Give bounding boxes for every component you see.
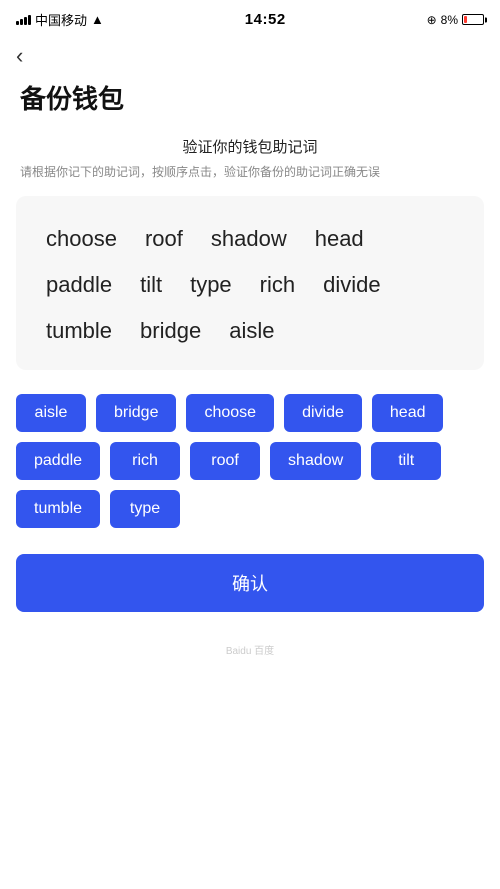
word-button[interactable]: aisle (16, 394, 86, 432)
section-desc: 请根据你记下的助记词，按顺序点击，验证你备份的助记词正确无误 (0, 163, 500, 182)
status-right: ⊕ 8% (427, 13, 484, 27)
signal-icon (16, 15, 31, 25)
status-bar: 中国移动 ▲ 14:52 ⊕ 8% (0, 0, 500, 35)
word-button[interactable]: rich (110, 442, 180, 480)
display-word: tilt (126, 262, 176, 308)
word-button[interactable]: shadow (270, 442, 361, 480)
display-word: head (301, 216, 378, 262)
display-word: divide (309, 262, 394, 308)
word-button[interactable]: tilt (371, 442, 441, 480)
word-button[interactable]: head (372, 394, 444, 432)
display-word: shadow (197, 216, 301, 262)
word-display-box: chooseroofshadowhead paddletilttyperichdi… (16, 196, 484, 370)
word-button[interactable]: paddle (16, 442, 100, 480)
word-buttons-area: aisle bridge choose divide head paddle richroo… (0, 390, 500, 544)
bottom-watermark: Baidu 百度 (0, 632, 500, 677)
display-word: tumble (32, 308, 126, 354)
location-icon: ⊕ (427, 13, 437, 27)
display-word: aisle (215, 308, 288, 354)
word-button[interactable]: type (110, 490, 180, 528)
page-title: 备份钱包 (0, 73, 500, 136)
section-heading: 验证你的钱包助记词 (0, 136, 500, 157)
word-button[interactable]: bridge (96, 394, 176, 432)
battery-icon (462, 14, 484, 25)
word-button[interactable]: tumble (16, 490, 100, 528)
wifi-icon: ▲ (91, 12, 104, 27)
display-word: type (176, 262, 246, 308)
word-button[interactable]: divide (284, 394, 362, 432)
display-word: bridge (126, 308, 215, 354)
display-word: paddle (32, 262, 126, 308)
confirm-button[interactable]: 确认 (16, 554, 484, 612)
word-display-grid: chooseroofshadowhead paddletilttyperichdi… (32, 216, 468, 354)
back-button[interactable]: ‹ (0, 35, 39, 73)
battery-percent: 8% (441, 13, 458, 27)
word-button[interactable]: choose (186, 394, 274, 432)
display-word: choose (32, 216, 131, 262)
status-time: 14:52 (245, 11, 286, 28)
word-button[interactable]: roof (190, 442, 260, 480)
confirm-button-wrap: 确认 (0, 544, 500, 632)
status-left: 中国移动 ▲ (16, 10, 104, 29)
display-word: roof (131, 216, 197, 262)
carrier-label: 中国移动 (35, 10, 87, 29)
display-word: rich (246, 262, 309, 308)
battery-fill (464, 16, 467, 23)
